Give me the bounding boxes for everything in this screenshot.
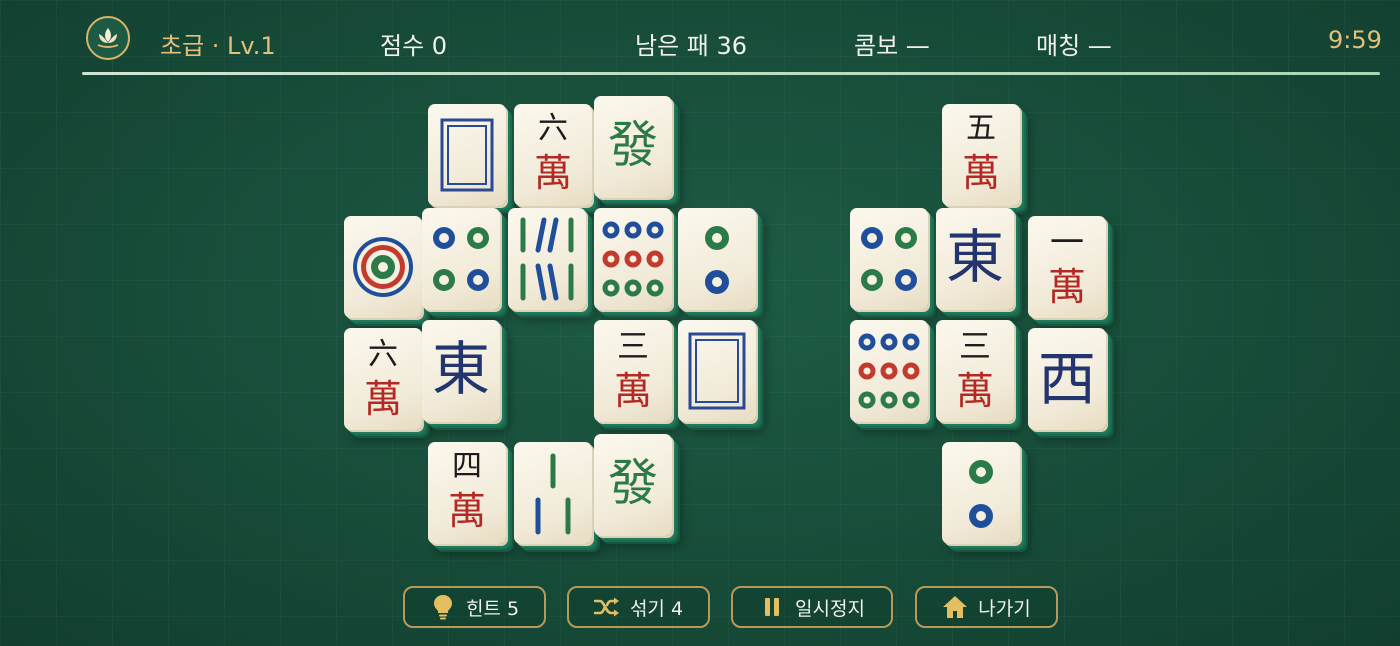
shuffle-button-label: 섞기 4 — [629, 597, 684, 620]
tile-three-wan[interactable]: 三 萬 — [594, 320, 672, 422]
tile-three-wan[interactable]: 三 萬 — [936, 320, 1014, 422]
lotus-logo-icon[interactable] — [86, 16, 130, 60]
hint-button-label: 힌트 5 — [465, 597, 520, 620]
exit-button[interactable]: 나가기 — [915, 586, 1058, 628]
home-icon — [942, 594, 968, 620]
tile-one-wan[interactable]: 一 萬 — [1028, 216, 1106, 318]
tile-five-wan[interactable]: 五 萬 — [942, 104, 1020, 206]
shuffle-icon — [593, 594, 620, 620]
tile-east-wind[interactable]: 東 — [936, 208, 1014, 310]
timer-label: 9:59 — [1328, 26, 1382, 54]
pause-button-label: 일시정지 — [795, 597, 865, 620]
tile-green-dragon[interactable]: 發 — [594, 434, 672, 536]
pause-button[interactable]: 일시정지 — [731, 586, 893, 628]
score-label: 점수 0 — [380, 32, 448, 60]
matches-label: 매칭 — — [1036, 32, 1112, 60]
hud-bar: 초급 · Lv.1 점수 0 남은 패 36 콤보 — 매칭 — 9:59 — [82, 14, 1382, 70]
tile-six-wan[interactable]: 六 萬 — [514, 104, 592, 206]
tile-six-wan[interactable]: 六 萬 — [344, 328, 422, 430]
tile-white-dragon[interactable] — [678, 320, 756, 422]
level-label: 초급 · Lv.1 — [160, 32, 276, 60]
tile-eight-bamboo[interactable] — [508, 208, 586, 310]
tile-green-dragon[interactable]: 發 — [594, 96, 672, 198]
lightbulb-icon — [430, 594, 456, 620]
hint-button[interactable]: 힌트 5 — [403, 586, 546, 628]
tile-east-wind[interactable]: 東 — [422, 320, 500, 422]
tile-four-circles[interactable] — [422, 208, 500, 310]
tile-two-circles[interactable] — [678, 208, 756, 310]
remaining-tiles-label: 남은 패 36 — [635, 32, 748, 60]
tile-nine-circles[interactable] — [594, 208, 672, 310]
shuffle-button[interactable]: 섞기 4 — [567, 586, 710, 628]
tile-three-bamboo[interactable] — [514, 442, 592, 544]
tile-four-wan[interactable]: 四 萬 — [428, 442, 506, 544]
tile-two-circles[interactable] — [942, 442, 1020, 544]
exit-button-label: 나가기 — [978, 597, 1031, 620]
tile-one-circle[interactable] — [344, 216, 422, 318]
tile-white-dragon[interactable] — [428, 104, 506, 206]
combo-label: 콤보 — — [854, 32, 930, 60]
pause-icon — [759, 594, 785, 620]
tile-west-wind[interactable]: 西 — [1028, 328, 1106, 430]
tile-four-circles[interactable] — [850, 208, 928, 310]
tile-nine-circles[interactable] — [850, 320, 928, 422]
time-progress-bar — [82, 72, 1380, 75]
